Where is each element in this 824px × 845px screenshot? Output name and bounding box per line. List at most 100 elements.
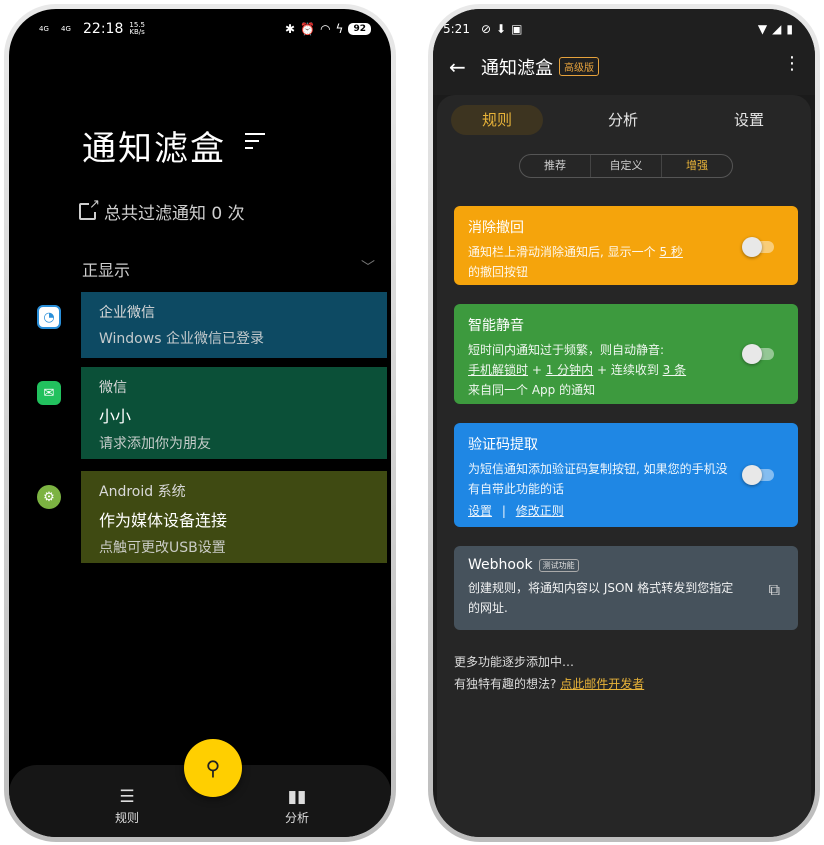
wifi-icon: ▼ <box>757 22 768 36</box>
beta-badge: 测试功能 <box>538 558 579 572</box>
status-time: 22:18 <box>83 21 124 37</box>
bluetooth-icon: ✱ <box>285 22 296 36</box>
feature-desc-text-3: 来自同一个 App 的通知 <box>468 383 596 397</box>
android-settings-icon: ⚙ <box>37 485 61 509</box>
code-settings-link[interactable]: 设置 <box>468 504 492 518</box>
wifi-icon: ◠ <box>320 22 331 36</box>
feature-desc: 创建规则，将通知内容以 JSON 格式转发到您指定的网址. <box>468 581 734 615</box>
subtab-enhance[interactable]: 增强 <box>662 155 732 177</box>
signal-icon: ◢ <box>772 22 782 36</box>
notification-body: 点触可更改USB设置 <box>99 540 226 556</box>
feature-code-extract[interactable]: 验证码提取 为短信通知添加验证码复制按钮, 如果您的手机没有自带此功能的话 设置… <box>454 423 798 527</box>
charging-icon: ϟ <box>335 22 344 36</box>
right-phone: 5:21 ⊘ ⬇ ▣ ▼ ◢ ▮ ← 通知滤盒 高级版 ⋮ 规则 分析 设置 推… <box>428 4 820 842</box>
notification-app: Android 系统 <box>99 484 186 500</box>
silent-toggle[interactable] <box>742 344 774 364</box>
right-screen: 5:21 ⊘ ⬇ ▣ ▼ ◢ ▮ ← 通知滤盒 高级版 ⋮ 规则 分析 设置 推… <box>433 9 815 837</box>
back-arrow-icon[interactable]: ← <box>449 55 466 79</box>
tab-rules[interactable]: 规则 <box>451 105 543 135</box>
app-title: 通知滤盒 <box>82 129 226 169</box>
net-speed: 15.5 KB/s <box>129 22 151 36</box>
download-icon: ⬇ <box>496 22 507 36</box>
footer-line-1: 更多功能逐步添加中… <box>454 655 575 669</box>
alarm-icon: ⏰ <box>300 22 316 36</box>
page-title: 通知滤盒 <box>481 58 553 79</box>
feature-title: 智能静音 <box>468 318 524 334</box>
recall-seconds-link[interactable]: 5 秒 <box>659 245 682 259</box>
code-toggle[interactable] <box>742 465 774 485</box>
unlock-option-link[interactable]: 手机解锁时 <box>468 363 528 377</box>
feature-title: Webhook 测试功能 <box>468 557 784 573</box>
feature-desc-text: 短时间内通知过于频繁，则自动静音: <box>468 343 665 357</box>
footer-notes: 更多功能逐步添加中… 有独特有趣的想法? 点此邮件开发者 <box>454 651 644 695</box>
status-bar: 5:21 ⊘ ⬇ ▣ ▼ ◢ ▮ <box>443 21 793 37</box>
feature-webhook[interactable]: Webhook 测试功能 创建规则，将通知内容以 JSON 格式转发到您指定的网址… <box>454 546 798 630</box>
filter-summary[interactable]: 总共过滤通知 0 次 <box>79 198 245 224</box>
open-external-icon <box>79 198 100 220</box>
feature-title: 消除撤回 <box>468 220 524 236</box>
nav-rules[interactable]: ☰ 规则 <box>97 787 157 826</box>
feature-links: 设置 | 修改正则 <box>468 501 738 521</box>
feature-desc: 为短信通知添加验证码复制按钮, 如果您的手机没有自带此功能的话 <box>468 462 728 496</box>
nav-rules-label: 规则 <box>114 811 139 825</box>
feature-smart-silent[interactable]: 智能静音 短时间内通知过于频繁，则自动静音: 手机解锁时 + 1 分钟内 + 连… <box>454 304 798 404</box>
bar-chart-icon: ▮▮ <box>287 787 307 807</box>
more-vert-icon[interactable]: ⋮ <box>783 53 801 74</box>
main-tabs: 规则 分析 设置 <box>451 105 797 135</box>
nav-analysis[interactable]: ▮▮ 分析 <box>267 787 327 826</box>
notification-title: 小小 <box>99 407 132 426</box>
feature-desc-text-2: 的撤回按钮 <box>468 265 529 279</box>
battery-indicator: 92 <box>348 23 371 35</box>
feature-desc: 通知栏上滑动消除通知后, 显示一个 5 秒 的撤回按钮 <box>468 242 738 282</box>
feature-desc: 短时间内通知过于频繁，则自动静音: 手机解锁时 + 1 分钟内 + 连续收到 3… <box>468 340 758 400</box>
subtab-recommend[interactable]: 推荐 <box>520 155 591 177</box>
minute-option-link[interactable]: 1 分钟内 <box>546 363 593 377</box>
chevron-down-icon[interactable]: ﹀ <box>361 257 375 277</box>
section-label: 正显示 <box>82 261 131 280</box>
feature-title: 验证码提取 <box>468 437 538 453</box>
network-indicator: 4G <box>39 24 49 33</box>
search-button[interactable]: ⚲ <box>184 739 242 797</box>
notification-body: Windows 企业微信已登录 <box>99 331 264 347</box>
notification-title: 作为媒体设备连接 <box>99 511 228 530</box>
plus-text: + <box>528 363 546 377</box>
feature-recall[interactable]: 消除撤回 通知栏上滑动消除通知后, 显示一个 5 秒 的撤回按钮 <box>454 206 798 285</box>
edit-regex-link[interactable]: 修改正则 <box>516 504 564 518</box>
notification-card-wecom[interactable]: 企业微信 Windows 企业微信已登录 <box>81 292 387 358</box>
left-screen: 4G 4G 22:18 15.5KB/s ✱ ⏰ ◠ ϟ 92 通知滤盒 总共过… <box>9 9 391 837</box>
net-speed-unit: KB/s <box>129 28 145 36</box>
sort-icon[interactable] <box>245 133 265 154</box>
open-external-icon[interactable]: ⧉ <box>769 580 780 600</box>
app-bar: 5:21 ⊘ ⬇ ▣ ▼ ◢ ▮ ← 通知滤盒 高级版 ⋮ <box>433 9 815 95</box>
plus-text-2: + 连续收到 <box>593 363 663 377</box>
link-separator: | <box>501 504 506 518</box>
content-panel: 规则 分析 设置 推荐 自定义 增强 消除撤回 通知栏上滑动消除通知后, 显示一… <box>437 95 811 837</box>
pro-badge: 高级版 <box>559 57 599 76</box>
wechat-app-icon: ✉ <box>37 381 61 405</box>
notification-card-wechat[interactable]: 微信 小小 请求添加你为朋友 <box>81 367 387 459</box>
subtab-custom[interactable]: 自定义 <box>591 155 662 177</box>
subtab-segment: 推荐 自定义 增强 <box>519 154 733 178</box>
tab-settings[interactable]: 设置 <box>703 105 795 135</box>
email-developer-link[interactable]: 点此邮件开发者 <box>560 677 644 691</box>
webhook-title: Webhook <box>468 557 533 573</box>
recall-toggle[interactable] <box>742 237 774 257</box>
tab-analysis[interactable]: 分析 <box>577 105 669 135</box>
wecom-app-icon: ◔ <box>37 305 61 329</box>
notification-card-android[interactable]: Android 系统 作为媒体设备连接 点触可更改USB设置 <box>81 471 387 563</box>
notification-body: 请求添加你为朋友 <box>99 436 211 452</box>
filter-summary-text: 总共过滤通知 0 次 <box>104 204 245 224</box>
network-indicator-2: 4G <box>61 24 71 33</box>
status-time: 5:21 <box>443 22 470 36</box>
notification-app: 微信 <box>99 380 127 396</box>
search-icon: ⚲ <box>205 756 221 780</box>
footer-line-2-text: 有独特有趣的想法? <box>454 677 561 691</box>
nav-analysis-label: 分析 <box>284 811 309 825</box>
footer-line-2: 有独特有趣的想法? 点此邮件开发者 <box>454 673 644 695</box>
left-phone: 4G 4G 22:18 15.5KB/s ✱ ⏰ ◠ ϟ 92 通知滤盒 总共过… <box>4 4 396 842</box>
count-option-link[interactable]: 3 条 <box>663 363 686 377</box>
notification-app: 企业微信 <box>99 305 155 321</box>
app-notify-icon: ▣ <box>511 22 523 36</box>
status-bar: 4G 4G 22:18 15.5 KB/s ✱ ⏰ ◠ ϟ 92 <box>39 21 371 37</box>
battery-icon: ▮ <box>786 22 793 36</box>
